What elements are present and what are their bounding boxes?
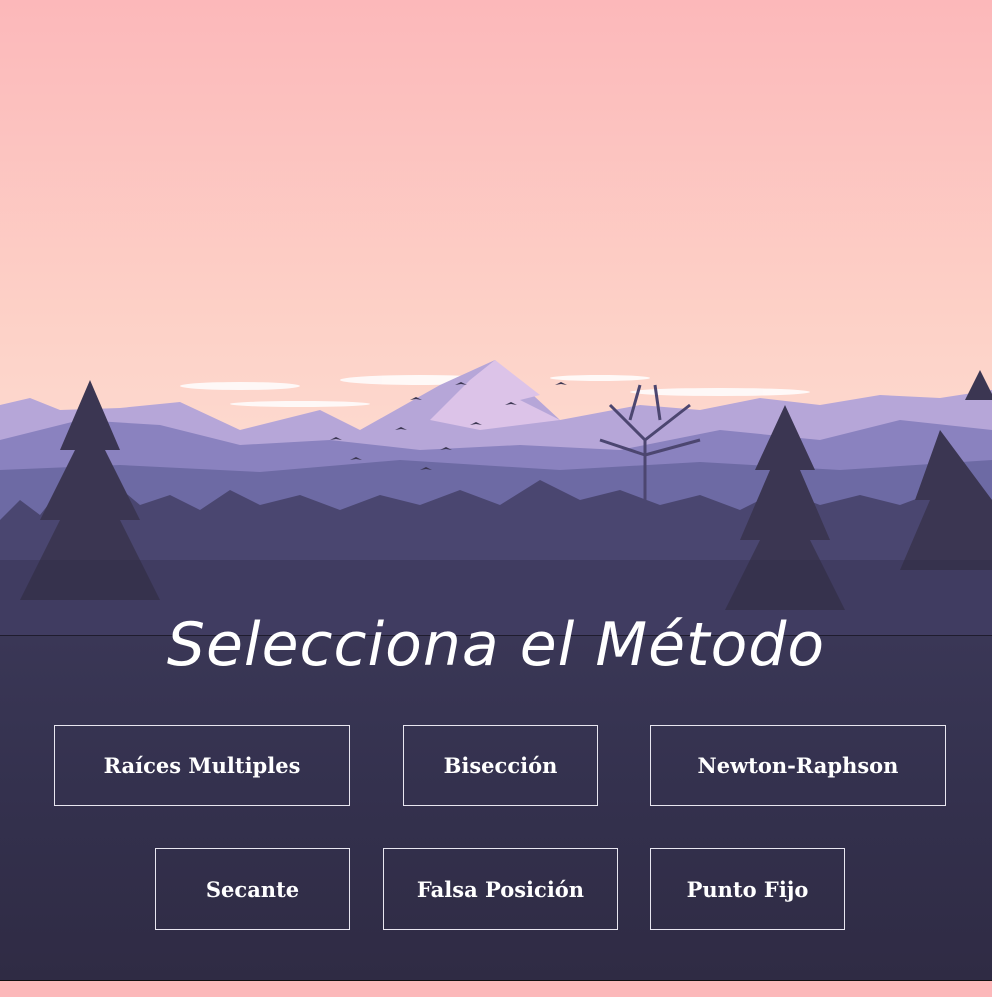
- page-title: Selecciona el Método: [166, 610, 826, 680]
- raices-multiples-button[interactable]: Raíces Multiples: [54, 725, 350, 806]
- secante-button[interactable]: Secante: [155, 848, 350, 930]
- punto-fijo-button[interactable]: Punto Fijo: [650, 848, 845, 930]
- newton-raphson-button[interactable]: Newton-Raphson: [650, 725, 946, 806]
- biseccion-button[interactable]: Bisección: [403, 725, 598, 806]
- falsa-posicion-button[interactable]: Falsa Posición: [383, 848, 618, 930]
